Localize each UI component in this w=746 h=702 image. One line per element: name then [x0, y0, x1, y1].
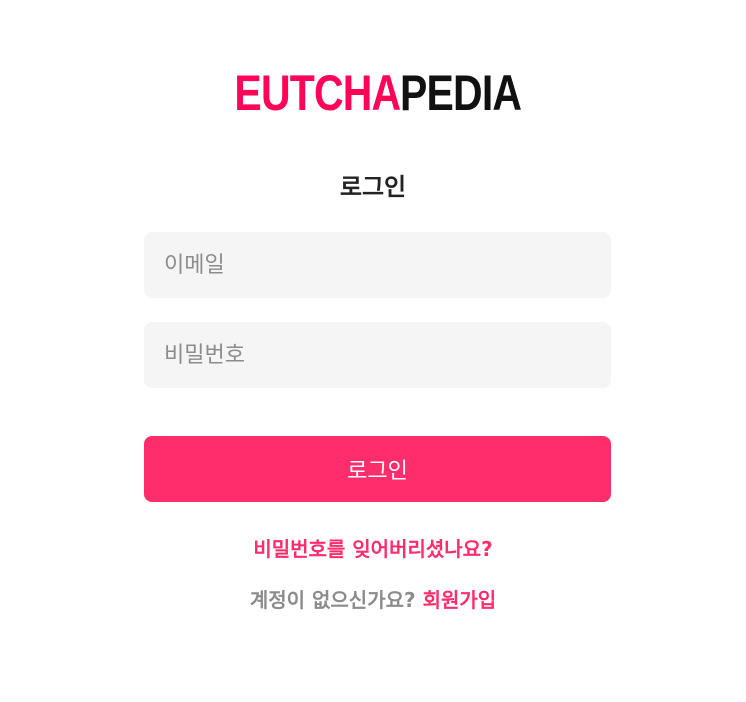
password-field[interactable] [144, 322, 611, 388]
signup-row: 계정이 없으신가요? 회원가입 [0, 585, 746, 615]
no-account-prompt: 계정이 없으신가요? [249, 588, 416, 612]
signup-link[interactable]: 회원가입 [423, 588, 497, 612]
logo-brand-secondary: PEDIA [400, 65, 522, 121]
email-field[interactable] [144, 232, 611, 298]
login-button[interactable]: 로그인 [144, 436, 611, 502]
forgot-password-row: 비밀번호를 잊어버리셨나요? [0, 534, 746, 564]
page-title: 로그인 [339, 173, 407, 201]
forgot-password-link[interactable]: 비밀번호를 잊어버리셨나요? [253, 537, 492, 561]
app-logo: EUTCHAPEDIA [0, 66, 746, 120]
logo-brand-primary: EUTCHA [234, 65, 401, 121]
